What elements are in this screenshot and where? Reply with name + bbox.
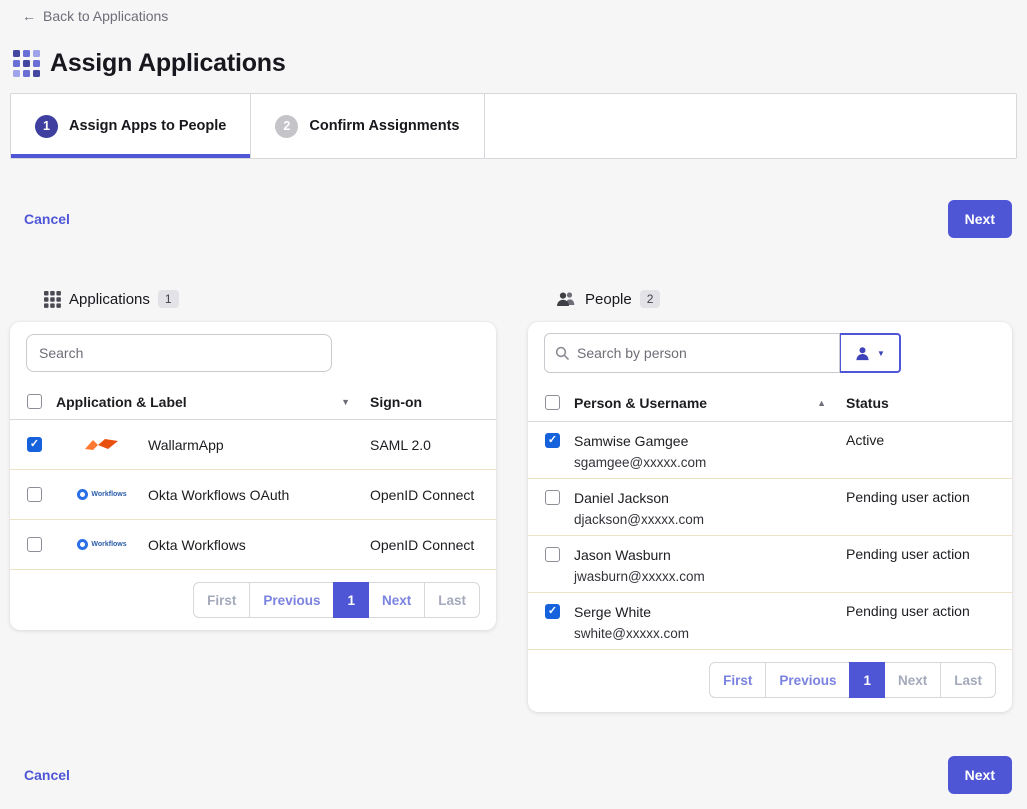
people-count-badge: 2 bbox=[640, 290, 661, 308]
wallarm-logo bbox=[56, 437, 148, 452]
row-checkbox[interactable] bbox=[27, 487, 42, 502]
tab-confirm-assignments-label: Confirm Assignments bbox=[309, 118, 459, 134]
people-select-all-checkbox[interactable] bbox=[545, 395, 560, 410]
applications-section-icon bbox=[44, 291, 61, 308]
person-username: djackson@xxxxx.com bbox=[574, 509, 846, 530]
applications-card: Application & Label ▼ Sign-on WallarmApp… bbox=[10, 322, 496, 630]
row-checkbox[interactable] bbox=[545, 490, 560, 505]
okta-workflows-logo: Workflows bbox=[56, 539, 148, 550]
pagination-previous-button[interactable]: Previous bbox=[249, 582, 334, 618]
back-to-applications-link[interactable]: ← Back to Applications bbox=[22, 8, 168, 24]
assign-applications-page: ← Back to Applications Assign Applicatio… bbox=[0, 0, 1027, 809]
applications-count-badge: 1 bbox=[158, 290, 179, 308]
sort-desc-icon[interactable]: ▼ bbox=[341, 397, 350, 407]
person-name: Daniel Jackson bbox=[574, 488, 846, 509]
table-row: Serge White swhite@xxxxx.com Pending use… bbox=[528, 593, 1012, 650]
applications-panel-title: Applications bbox=[69, 291, 150, 308]
applications-select-all-checkbox[interactable] bbox=[27, 394, 42, 409]
pagination-page-1-button[interactable]: 1 bbox=[849, 662, 885, 698]
people-column-status: Status bbox=[846, 395, 1012, 411]
applications-pagination: First Previous 1 Next Last bbox=[10, 570, 496, 630]
application-name: Okta Workflows bbox=[148, 537, 350, 553]
applications-panel-header: Applications 1 bbox=[44, 290, 179, 308]
people-search-input[interactable] bbox=[544, 333, 840, 373]
status-badge: Pending user action bbox=[846, 488, 1012, 505]
person-filter-dropdown[interactable]: ▼ bbox=[839, 333, 901, 373]
people-panel-header: People 2 bbox=[556, 290, 660, 308]
pagination-page-1-button[interactable]: 1 bbox=[333, 582, 369, 618]
table-row: Jason Wasburn jwasburn@xxxxx.com Pending… bbox=[528, 536, 1012, 593]
status-badge: Active bbox=[846, 431, 1012, 448]
people-search-row: ▼ bbox=[528, 322, 1012, 384]
page-title: Assign Applications bbox=[50, 49, 286, 78]
people-pagination: First Previous 1 Next Last bbox=[528, 650, 1012, 710]
page-title-row: Assign Applications bbox=[13, 49, 286, 78]
cancel-link-top[interactable]: Cancel bbox=[24, 211, 70, 227]
pagination-previous-button[interactable]: Previous bbox=[765, 662, 850, 698]
tab-confirm-assignments[interactable]: 2 Confirm Assignments bbox=[251, 94, 484, 158]
table-row: Daniel Jackson djackson@xxxxx.com Pendin… bbox=[528, 479, 1012, 536]
search-icon bbox=[555, 346, 569, 365]
person-username: sgamgee@xxxxx.com bbox=[574, 452, 846, 473]
pagination-next-button[interactable]: Next bbox=[884, 662, 941, 698]
person-name: Samwise Gamgee bbox=[574, 431, 846, 452]
applications-column-main: Application & Label bbox=[56, 394, 187, 410]
chevron-down-icon: ▼ bbox=[877, 349, 885, 358]
tab-assign-apps-label: Assign Apps to People bbox=[69, 118, 226, 134]
okta-workflows-logo: Workflows bbox=[56, 489, 148, 500]
table-row: Samwise Gamgee sgamgee@xxxxx.com Active bbox=[528, 422, 1012, 479]
application-signon: OpenID Connect bbox=[370, 537, 496, 553]
applications-search-input[interactable] bbox=[26, 334, 332, 372]
applications-column-signon: Sign-on bbox=[370, 394, 496, 410]
status-badge: Pending user action bbox=[846, 602, 1012, 619]
application-name: WallarmApp bbox=[148, 437, 350, 453]
applications-grid-icon bbox=[13, 50, 40, 77]
applications-table-header: Application & Label ▼ Sign-on bbox=[10, 384, 496, 420]
people-section-icon bbox=[556, 291, 577, 307]
table-row: Workflows Okta Workflows OAuth OpenID Co… bbox=[10, 470, 496, 520]
people-panel-title: People bbox=[585, 291, 632, 308]
wizard-tabs: 1 Assign Apps to People 2 Confirm Assign… bbox=[10, 93, 1017, 159]
tab-assign-apps-to-people[interactable]: 1 Assign Apps to People bbox=[11, 94, 251, 158]
next-button-bottom[interactable]: Next bbox=[948, 756, 1012, 794]
pagination-first-button[interactable]: First bbox=[709, 662, 766, 698]
row-checkbox[interactable] bbox=[27, 537, 42, 552]
row-checkbox[interactable] bbox=[545, 604, 560, 619]
pagination-last-button[interactable]: Last bbox=[940, 662, 996, 698]
row-checkbox[interactable] bbox=[27, 437, 42, 452]
row-checkbox[interactable] bbox=[545, 547, 560, 562]
person-icon bbox=[855, 346, 870, 361]
people-card: ▼ Person & Username ▲ Status Samwise Gam… bbox=[528, 322, 1012, 712]
pagination-next-button[interactable]: Next bbox=[368, 582, 425, 618]
person-name: Jason Wasburn bbox=[574, 545, 846, 566]
cancel-link-bottom[interactable]: Cancel bbox=[24, 767, 70, 783]
step-1-badge: 1 bbox=[35, 115, 58, 138]
pagination-last-button[interactable]: Last bbox=[424, 582, 480, 618]
person-username: swhite@xxxxx.com bbox=[574, 623, 846, 644]
back-arrow-icon: ← bbox=[22, 8, 36, 24]
sort-asc-icon[interactable]: ▲ bbox=[817, 398, 826, 408]
person-name: Serge White bbox=[574, 602, 846, 623]
people-table-header: Person & Username ▲ Status bbox=[528, 384, 1012, 422]
people-column-main: Person & Username bbox=[574, 395, 707, 411]
row-checkbox[interactable] bbox=[545, 433, 560, 448]
application-name: Okta Workflows OAuth bbox=[148, 487, 350, 503]
step-2-badge: 2 bbox=[275, 115, 298, 138]
table-row: Workflows Okta Workflows OpenID Connect bbox=[10, 520, 496, 570]
application-signon: SAML 2.0 bbox=[370, 437, 496, 453]
back-link-label: Back to Applications bbox=[43, 8, 168, 24]
pagination-first-button[interactable]: First bbox=[193, 582, 250, 618]
table-row: WallarmApp SAML 2.0 bbox=[10, 420, 496, 470]
application-signon: OpenID Connect bbox=[370, 487, 496, 503]
applications-search-row bbox=[10, 322, 496, 384]
next-button-top[interactable]: Next bbox=[948, 200, 1012, 238]
status-badge: Pending user action bbox=[846, 545, 1012, 562]
person-username: jwasburn@xxxxx.com bbox=[574, 566, 846, 587]
